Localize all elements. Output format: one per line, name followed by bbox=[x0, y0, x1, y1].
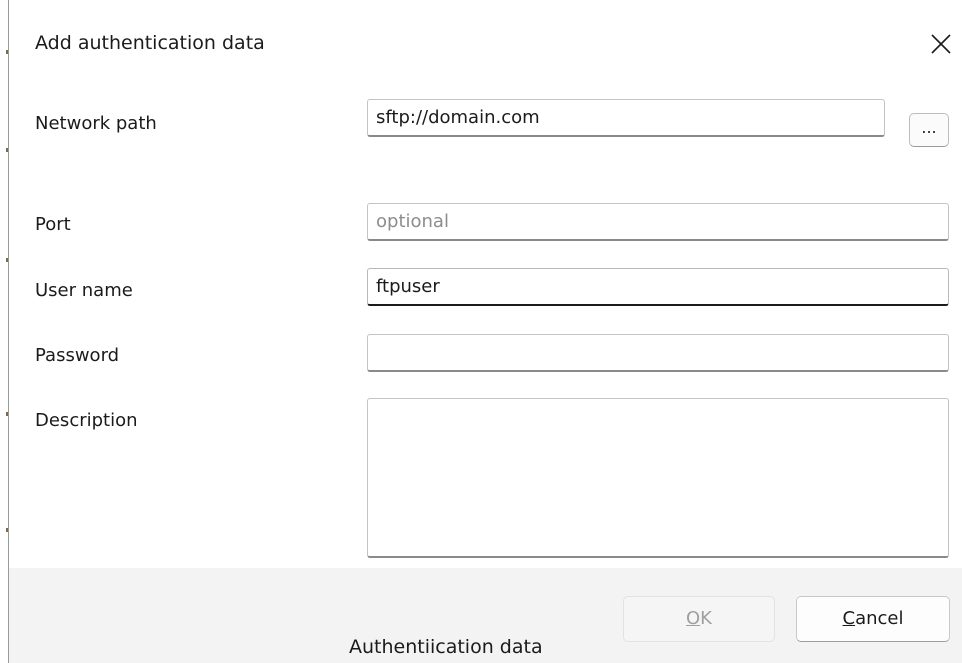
description-label: Description bbox=[35, 410, 138, 431]
network-path-input[interactable] bbox=[367, 99, 885, 137]
port-label: Port bbox=[35, 214, 71, 235]
ok-label-rest: K bbox=[700, 608, 712, 629]
cancel-button[interactable]: Cancel bbox=[796, 596, 950, 642]
close-icon bbox=[931, 34, 951, 54]
cancel-label-rest: ancel bbox=[855, 608, 904, 629]
auth-dialog: Add authentication data Network path ...… bbox=[8, 0, 962, 663]
dialog-titlebar: Add authentication data bbox=[9, 0, 962, 82]
user-name-input[interactable] bbox=[367, 268, 949, 306]
network-path-label: Network path bbox=[35, 113, 157, 134]
ok-button[interactable]: OK bbox=[623, 596, 775, 642]
dialog-title: Add authentication data bbox=[35, 32, 265, 54]
close-button[interactable] bbox=[919, 22, 962, 66]
user-name-label: User name bbox=[35, 280, 133, 301]
password-input[interactable] bbox=[367, 334, 949, 372]
cancel-accelerator: C bbox=[842, 608, 856, 629]
background-window-edge bbox=[0, 0, 8, 663]
browse-button[interactable]: ... bbox=[909, 113, 949, 147]
port-input[interactable] bbox=[367, 203, 949, 241]
description-textarea[interactable] bbox=[367, 398, 949, 558]
figure-caption: Authentiication data bbox=[349, 636, 543, 658]
ok-accelerator: O bbox=[686, 608, 701, 629]
password-label: Password bbox=[35, 345, 120, 366]
